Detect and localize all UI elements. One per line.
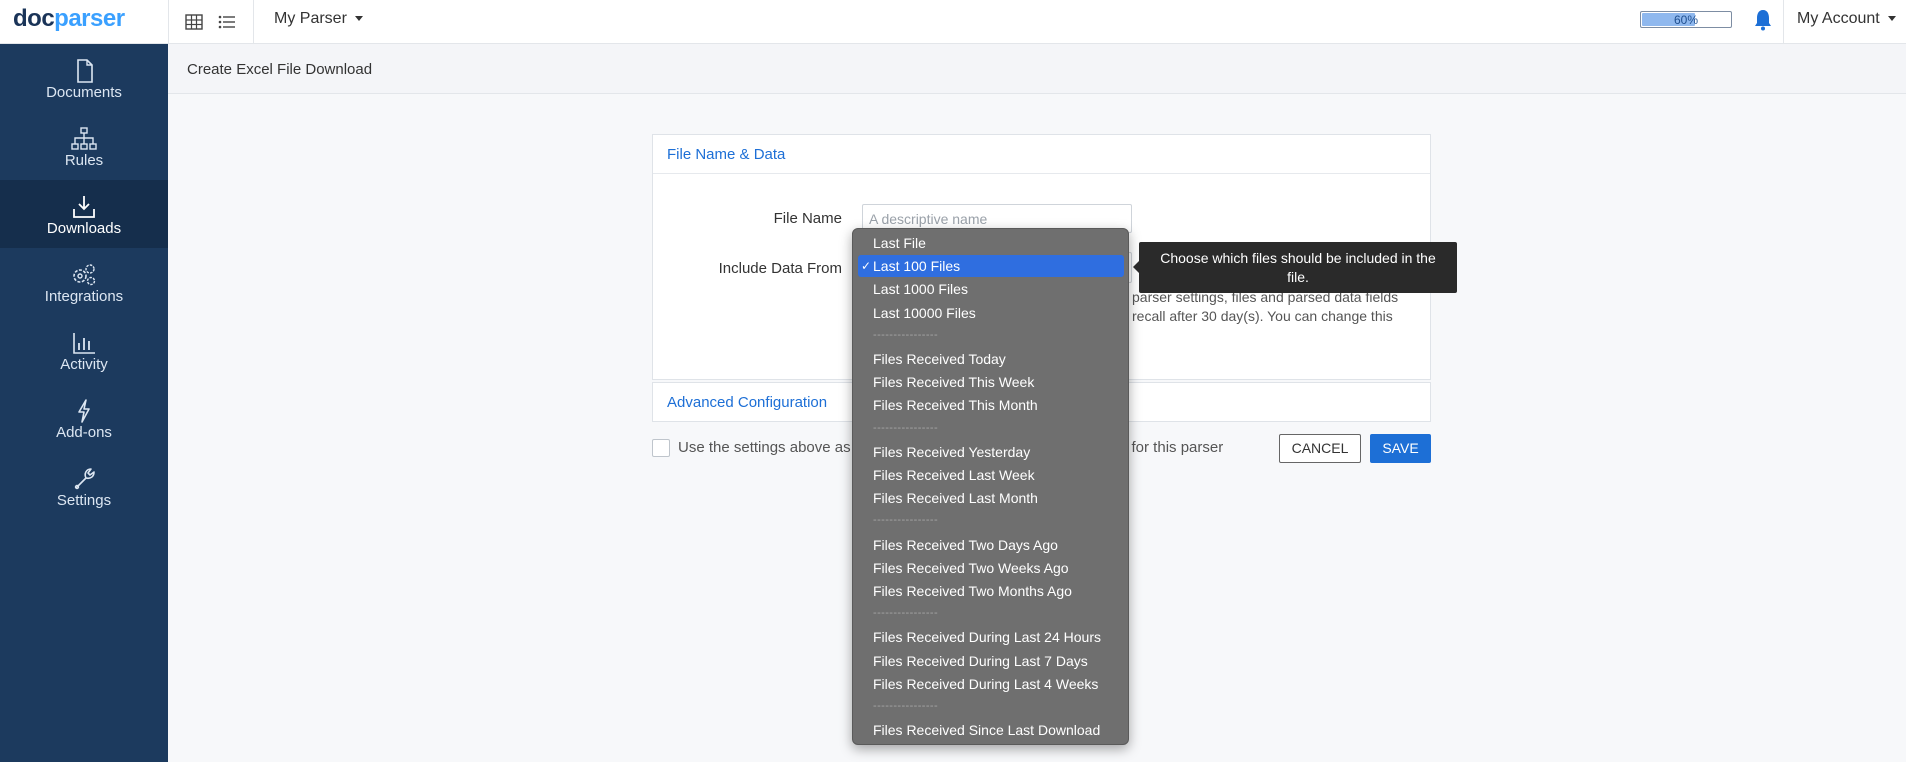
sidebar-item-label: Settings bbox=[56, 492, 112, 509]
sidebar-item-rules[interactable]: Rules bbox=[0, 112, 168, 180]
dropdown-option[interactable]: Files Received Last Week bbox=[858, 464, 1124, 486]
dropdown-option[interactable]: Files Received During Last 24 Hours bbox=[858, 626, 1124, 648]
checkmark-icon: ✓ bbox=[861, 259, 872, 273]
dropdown-option[interactable]: Last File bbox=[858, 232, 1124, 254]
dropdown-separator: ---------------- bbox=[873, 514, 939, 526]
dropdown-option-label: Files Received Two Days Ago bbox=[873, 537, 1058, 553]
checkbox-label-part: n for this parser bbox=[1119, 439, 1224, 456]
dropdown-option-label: Last 1000 Files bbox=[873, 281, 968, 297]
bell-icon[interactable] bbox=[1752, 8, 1774, 32]
sidebar-item-label: Documents bbox=[46, 84, 122, 101]
page-title: Create Excel File Download bbox=[187, 61, 373, 78]
sidebar-item-documents[interactable]: Documents bbox=[0, 44, 168, 112]
dropdown-option-label: Files Received This Week bbox=[873, 374, 1035, 390]
dropdown-option-label: Files Received During Last 7 Days bbox=[873, 653, 1088, 669]
panel-title-file-name-data[interactable]: File Name & Data bbox=[653, 135, 1430, 174]
dropdown-option[interactable]: Files Received Yesterday bbox=[858, 441, 1124, 463]
parser-selector[interactable]: My Parser bbox=[274, 10, 363, 34]
default-settings-label: Use the settings above as n for this par… bbox=[678, 439, 1223, 456]
divider bbox=[1783, 0, 1784, 44]
dropdown-option-label: Last 100 Files bbox=[873, 258, 961, 274]
gears-icon bbox=[73, 264, 96, 286]
sidebar-item-addons[interactable]: Add-ons bbox=[0, 384, 168, 452]
cancel-button[interactable]: CANCEL bbox=[1279, 434, 1361, 463]
account-menu[interactable]: My Account bbox=[1797, 10, 1896, 28]
dropdown-separator: ---------------- bbox=[873, 422, 939, 434]
list-view-icon[interactable] bbox=[216, 11, 238, 33]
dropdown-option-label: Files Received Last Week bbox=[873, 467, 1035, 483]
sidebar-item-label: Activity bbox=[60, 356, 108, 373]
sidebar-item-activity[interactable]: Activity bbox=[0, 316, 168, 384]
sidebar-item-label: Rules bbox=[64, 152, 104, 169]
divider bbox=[253, 0, 254, 44]
dropdown-option-label: Files Received Two Weeks Ago bbox=[873, 560, 1069, 576]
sidebar-item-integrations[interactable]: Integrations bbox=[0, 248, 168, 316]
wrench-icon bbox=[74, 468, 95, 490]
dropdown-option[interactable]: Files Received Two Months Ago bbox=[858, 580, 1124, 602]
dropdown-option[interactable]: Files Received Two Days Ago bbox=[858, 534, 1124, 556]
checkbox-label-part: Use the settings above as bbox=[678, 439, 851, 456]
sidebar-item-label: Integrations bbox=[44, 288, 124, 305]
dropdown-option[interactable]: Files Received This Month bbox=[858, 394, 1124, 416]
dropdown-option[interactable]: Files Received This Week bbox=[858, 371, 1124, 393]
sidebar: Documents Rules Downloads Integrations A… bbox=[0, 44, 168, 762]
dropdown-option[interactable]: ✓ Last 100 Files bbox=[858, 255, 1124, 277]
top-bar: docparser My Parser 60% My Account bbox=[0, 0, 1906, 44]
document-icon bbox=[77, 59, 93, 83]
docparser-logo[interactable]: docparser bbox=[13, 5, 168, 39]
file-name-label: File Name bbox=[773, 210, 842, 227]
dropdown-option-label: Files Received Last Month bbox=[873, 490, 1038, 506]
dropdown-option[interactable]: Files Received Since Last Download bbox=[858, 719, 1124, 741]
dropdown-option-label: Last File bbox=[873, 235, 926, 251]
dropdown-option[interactable]: Files Received Last Month bbox=[858, 487, 1124, 509]
dropdown-option-label: Files Received Today bbox=[873, 351, 1006, 367]
dropdown-option[interactable]: Files Received During Last 4 Weeks bbox=[858, 673, 1124, 695]
lightning-icon bbox=[78, 399, 90, 423]
include-data-dropdown-menu: Last File ✓ Last 100 Files Last 1000 Files L… bbox=[852, 228, 1129, 745]
dropdown-separator: ---------------- bbox=[873, 700, 939, 712]
usage-progress-bar: 60% bbox=[1640, 11, 1732, 28]
retention-help-text: parser settings, files and parsed data f… bbox=[1132, 288, 1432, 326]
dropdown-option-label: Files Received Yesterday bbox=[873, 444, 1031, 460]
help-line: recall after 30 day(s). You can change t… bbox=[1132, 308, 1393, 324]
default-settings-checkbox[interactable] bbox=[652, 439, 670, 457]
chevron-down-icon bbox=[354, 16, 363, 22]
dropdown-option[interactable]: Last 10000 Files bbox=[858, 302, 1124, 324]
grid-view-icon[interactable] bbox=[183, 11, 205, 33]
account-label: My Account bbox=[1797, 10, 1880, 27]
chevron-down-icon bbox=[1887, 16, 1896, 22]
parser-name: My Parser bbox=[274, 10, 347, 27]
sidebar-item-downloads[interactable]: Downloads bbox=[0, 180, 168, 248]
dropdown-option-label: Files Received During Last 4 Weeks bbox=[873, 676, 1099, 692]
dropdown-option[interactable]: Files Received Today bbox=[858, 348, 1124, 370]
tooltip-arrow bbox=[1133, 261, 1139, 273]
include-data-tooltip: Choose which files should be included in… bbox=[1133, 242, 1457, 293]
dropdown-option[interactable]: Files Received During Last 7 Days bbox=[858, 650, 1124, 672]
dropdown-option-label: Last 10000 Files bbox=[873, 305, 976, 321]
download-icon bbox=[73, 196, 95, 218]
sidebar-item-label: Add-ons bbox=[56, 424, 112, 441]
divider bbox=[168, 0, 169, 44]
sidebar-item-settings[interactable]: Settings bbox=[0, 452, 168, 520]
dropdown-option[interactable]: Files Received Two Weeks Ago bbox=[858, 557, 1124, 579]
bar-chart-icon bbox=[73, 333, 95, 354]
dropdown-option-label: Files Received Two Months Ago bbox=[873, 583, 1072, 599]
dropdown-option-label: Files Received During Last 24 Hours bbox=[873, 629, 1101, 645]
dropdown-option-label: Files Received This Month bbox=[873, 397, 1038, 413]
sidebar-item-label: Downloads bbox=[46, 220, 122, 237]
tooltip-text: Choose which files should be included in… bbox=[1160, 250, 1436, 285]
usage-progress-label: 60% bbox=[1673, 13, 1699, 27]
include-data-from-label: Include Data From bbox=[718, 260, 842, 277]
page-header: Create Excel File Download bbox=[168, 44, 1906, 94]
dropdown-option-label: Files Received Since Last Download bbox=[873, 722, 1101, 738]
rules-tree-icon bbox=[71, 127, 97, 150]
save-button[interactable]: SAVE bbox=[1370, 434, 1431, 463]
dropdown-option[interactable]: Last 1000 Files bbox=[858, 278, 1124, 300]
dropdown-separator: ---------------- bbox=[873, 329, 939, 341]
dropdown-separator: ---------------- bbox=[873, 607, 939, 619]
